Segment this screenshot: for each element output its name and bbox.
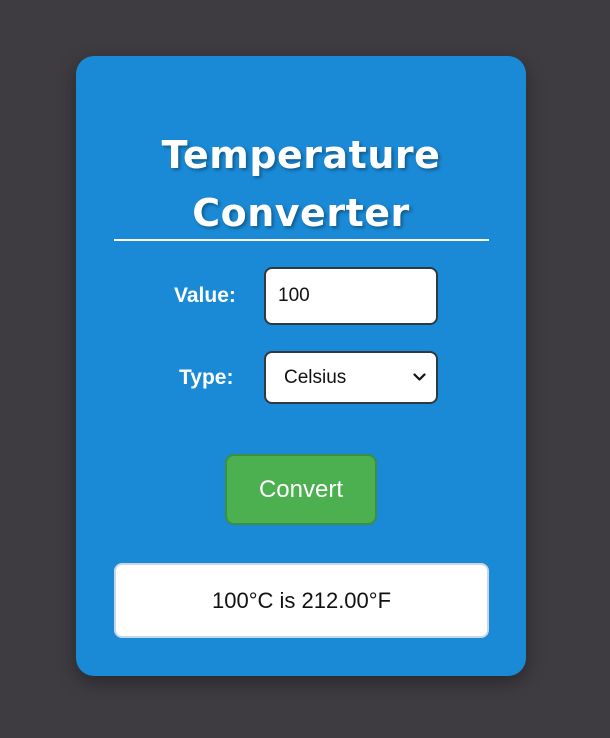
convert-button[interactable]: Convert xyxy=(225,454,377,525)
type-select-value: Celsius xyxy=(284,366,347,388)
result-display: 100°C is 212.00°F xyxy=(114,563,489,638)
chevron-down-icon xyxy=(412,371,426,385)
value-input[interactable] xyxy=(264,267,438,325)
converter-card: Temperature Converter Value: Type: Celsi… xyxy=(76,56,526,676)
value-label: Value: xyxy=(174,284,236,307)
title-divider xyxy=(114,239,489,241)
result-text: 100°C is 212.00°F xyxy=(211,587,392,613)
page-title: Temperature Converter xyxy=(161,133,441,235)
type-select[interactable]: Celsius xyxy=(264,351,438,404)
type-label: Type: xyxy=(179,366,234,389)
